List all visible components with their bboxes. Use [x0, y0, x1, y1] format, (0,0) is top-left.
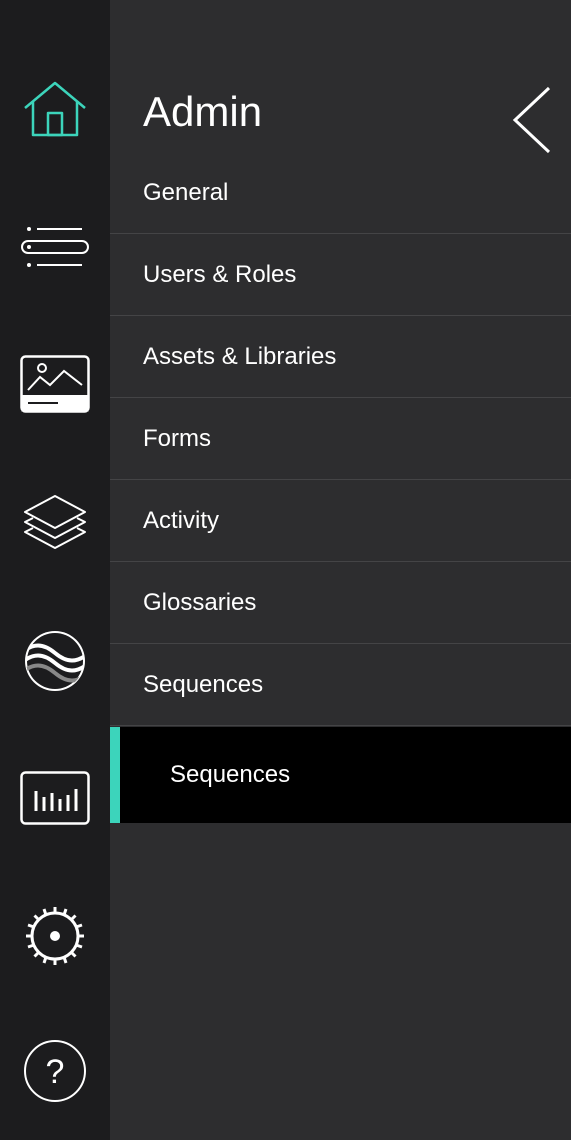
menu-item-label: Activity: [143, 506, 220, 534]
image-icon[interactable]: [0, 354, 110, 414]
submenu-item-sequences[interactable]: Sequences: [110, 727, 571, 823]
nav-rail: ?: [0, 0, 110, 1140]
menu-item-label: Sequences: [143, 670, 264, 698]
menu-item-label: Users & Roles: [143, 260, 297, 288]
waves-icon[interactable]: [0, 628, 110, 694]
menu-item-label: General: [143, 178, 229, 206]
bar-chart-icon[interactable]: [0, 770, 110, 826]
submenu-item-label: Sequences: [170, 761, 291, 788]
layers-icon[interactable]: [0, 490, 110, 554]
help-icon[interactable]: ?: [0, 1038, 110, 1104]
menu-item-assets-libraries[interactable]: Assets & Libraries: [110, 316, 571, 398]
admin-panel: Admin General Users & Roles Assets & Lib…: [110, 0, 571, 1140]
home-icon[interactable]: [0, 78, 110, 140]
svg-text:?: ?: [46, 1053, 65, 1091]
panel-title: Admin: [143, 88, 263, 135]
menu-item-sequences[interactable]: Sequences: [110, 644, 571, 726]
admin-menu: General Users & Roles Assets & Libraries…: [110, 152, 571, 726]
menu-item-label: Forms: [143, 424, 211, 452]
menu-item-label: Assets & Libraries: [143, 342, 337, 370]
menu-item-glossaries[interactable]: Glossaries: [110, 562, 571, 644]
settings-icon[interactable]: [0, 904, 110, 968]
menu-item-users-roles[interactable]: Users & Roles: [110, 234, 571, 316]
list-icon[interactable]: [0, 220, 110, 274]
menu-item-forms[interactable]: Forms: [110, 398, 571, 480]
menu-item-label: Glossaries: [143, 588, 257, 616]
chevron-left-icon[interactable]: [507, 86, 553, 156]
active-indicator: [110, 727, 120, 823]
menu-item-activity[interactable]: Activity: [110, 480, 571, 562]
menu-item-general[interactable]: General: [110, 152, 571, 234]
